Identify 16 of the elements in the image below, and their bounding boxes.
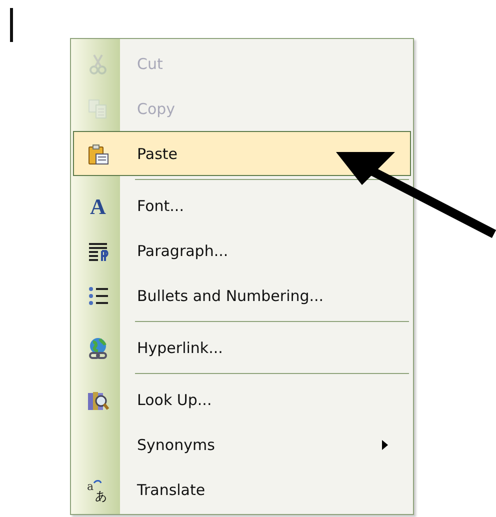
menu-item[interactable]: Synonyms bbox=[73, 422, 411, 467]
menu-item[interactable]: Hyperlink... bbox=[73, 325, 411, 370]
submenu-arrow-icon bbox=[382, 440, 388, 450]
copy-icon bbox=[86, 98, 108, 120]
menu-item[interactable]: a あ Translate bbox=[73, 467, 411, 512]
menu-item[interactable]: Look Up... bbox=[73, 377, 411, 422]
menu-item[interactable]: Paste bbox=[73, 131, 411, 176]
text-cursor bbox=[10, 8, 13, 42]
letter-icon: A bbox=[86, 194, 108, 216]
clipboard-icon bbox=[86, 142, 108, 164]
menu-item[interactable]: Paragraph... bbox=[73, 228, 411, 273]
bullet-list-icon bbox=[86, 284, 108, 306]
globe-link-icon bbox=[86, 336, 108, 358]
menu-item[interactable]: Bullets and Numbering... bbox=[73, 273, 411, 318]
menu-item[interactable]: A Font... bbox=[73, 183, 411, 228]
scissors-icon bbox=[86, 52, 108, 74]
